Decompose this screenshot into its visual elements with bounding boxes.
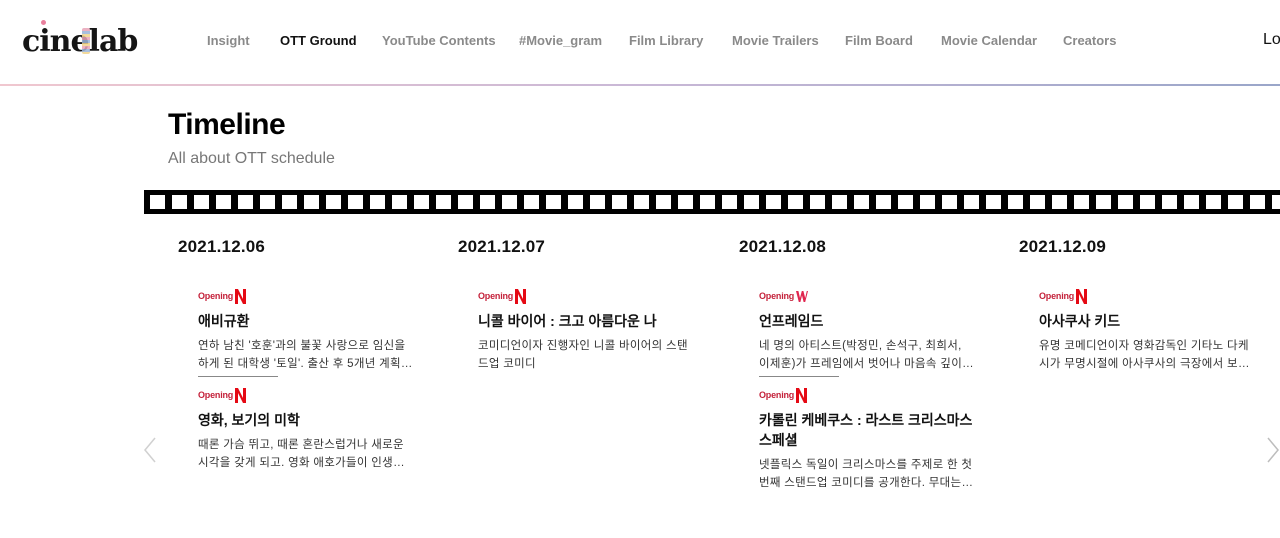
entry-description: 때론 가슴 뛰고, 때론 혼란스럽거나 새로운 시각을 갖게 되고. 영화 애호… xyxy=(198,439,404,469)
film-sprocket-holes xyxy=(150,195,1280,209)
entry-description: 연하 남친 '호훈'과의 불꽃 사랑으로 임신을 하게 된 대학생 '토일'. … xyxy=(198,340,412,370)
film-strip-divider xyxy=(144,190,1280,214)
nav-item-youtube-contents[interactable]: YouTube Contents xyxy=(382,33,496,48)
entry-title[interactable]: 아사쿠사 키드 xyxy=(1039,311,1254,331)
timeline-entry[interactable]: Opening 언프레임드 네 명의 아티스트(박정민, 손석구, 최희서, 이… xyxy=(759,289,974,373)
nav-item-film-board[interactable]: Film Board xyxy=(845,33,913,48)
entry-description: 네 명의 아티스트(박정민, 손석구, 최희서, 이제훈)가 프레임에서 벗어나… xyxy=(759,340,963,370)
nav-item-ott-ground[interactable]: OTT Ground xyxy=(280,33,357,48)
netflix-icon xyxy=(235,388,246,403)
timeline-entry[interactable]: Opening 아사쿠사 키드 유명 코메디언이자 영화감독인 기타노 다케시가… xyxy=(1039,289,1254,373)
opening-badge: Opening xyxy=(759,291,795,301)
opening-badge: Opening xyxy=(478,291,514,301)
day-date: 2021.12.06 xyxy=(178,237,266,256)
entry-description: 넷플릭스 독일이 크리스마스를 주제로 한 첫 번째 스탠드업 코미디를 공개한… xyxy=(759,459,973,489)
cinelab-logo[interactable]: cinelab xyxy=(22,20,138,60)
entry-title[interactable]: 영화, 보기의 미학 xyxy=(198,410,413,430)
login-link[interactable]: Log xyxy=(1263,31,1280,49)
netflix-icon xyxy=(515,289,526,304)
entry-title[interactable]: 카롤린 케베쿠스 : 라스트 크리스마스 스페셜 xyxy=(759,410,974,450)
nav-item-movie-calendar[interactable]: Movie Calendar xyxy=(941,33,1037,48)
timeline-entry[interactable]: Opening 애비규환 연하 남친 '호훈'과의 불꽃 사랑으로 임신을 하게… xyxy=(198,289,413,373)
day-date: 2021.12.07 xyxy=(458,237,546,256)
wavve-icon xyxy=(796,291,808,302)
entry-title[interactable]: 니콜 바이어 : 크고 아름다운 나 xyxy=(478,311,693,331)
entry-description: 유명 코메디언이자 영화감독인 기타노 다케시가 무명시절에 아사쿠사의 극장에… xyxy=(1039,340,1249,370)
logo-stripe xyxy=(82,28,90,54)
netflix-icon xyxy=(1076,289,1087,304)
netflix-icon xyxy=(796,388,807,403)
nav-item-film-library[interactable]: Film Library xyxy=(629,33,703,48)
nav-item-movie-trailers[interactable]: Movie Trailers xyxy=(732,33,819,48)
entry-title[interactable]: 애비규환 xyxy=(198,311,413,331)
entry-divider xyxy=(198,376,278,377)
chevron-left-icon[interactable] xyxy=(143,437,157,463)
logo-text: cinelab xyxy=(22,24,138,59)
opening-badge: Opening xyxy=(1039,291,1075,301)
chevron-right-icon[interactable] xyxy=(1266,437,1280,463)
nav-item-insight[interactable]: Insight xyxy=(207,33,250,48)
timeline-entry[interactable]: Opening 니콜 바이어 : 크고 아름다운 나 코미디언이자 진행자인 니… xyxy=(478,289,693,373)
page-subtitle: All about OTT schedule xyxy=(168,150,335,167)
opening-badge: Opening xyxy=(198,291,234,301)
header-divider xyxy=(0,84,1280,86)
netflix-icon xyxy=(235,289,246,304)
site-header: cinelab Insight OTT Ground YouTube Conte… xyxy=(0,0,1280,84)
logo-dot xyxy=(41,20,46,25)
entry-description: 코미디언이자 진행자인 니콜 바이어의 스탠드업 코미디 xyxy=(478,340,688,370)
entry-title[interactable]: 언프레임드 xyxy=(759,311,974,331)
day-date: 2021.12.08 xyxy=(739,237,827,256)
nav-item-creators[interactable]: Creators xyxy=(1063,33,1116,48)
opening-badge: Opening xyxy=(198,390,234,400)
day-date: 2021.12.09 xyxy=(1019,237,1107,256)
page-title: Timeline xyxy=(168,108,286,141)
nav-item-movie-gram[interactable]: #Movie_gram xyxy=(519,33,602,48)
opening-badge: Opening xyxy=(759,390,795,400)
timeline-entry[interactable]: Opening 영화, 보기의 미학 때론 가슴 뛰고, 때론 혼란스럽거나 새… xyxy=(198,388,413,472)
timeline-entry[interactable]: Opening 카롤린 케베쿠스 : 라스트 크리스마스 스페셜 넷플릭스 독일… xyxy=(759,388,974,492)
entry-divider xyxy=(759,376,839,377)
